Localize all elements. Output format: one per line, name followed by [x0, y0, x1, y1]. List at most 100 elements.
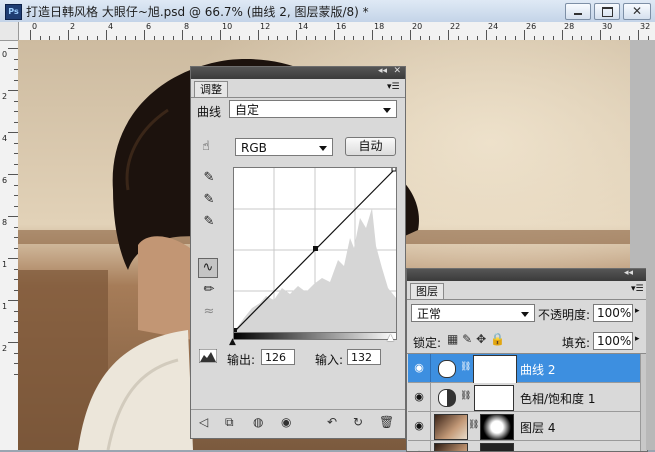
- layer-name: 色相/饱和度 1: [520, 392, 596, 406]
- layer-mask-thumbnail[interactable]: [473, 355, 517, 385]
- collapse-icon[interactable]: ◂◂: [624, 269, 633, 278]
- ruler-origin[interactable]: [0, 22, 19, 41]
- ruler-label: 30: [602, 22, 613, 31]
- ruler-label: 24: [488, 22, 499, 31]
- pencil-icon[interactable]: ✏: [200, 281, 218, 299]
- ruler-label: 6: [146, 22, 152, 31]
- eye-icon[interactable]: ◉: [281, 415, 291, 429]
- ruler-tick: [8, 90, 18, 91]
- collapse-icon[interactable]: ◂◂: [378, 66, 387, 76]
- preset-value: 自定: [235, 103, 260, 117]
- ruler-tick: [372, 30, 373, 40]
- histogram-icon[interactable]: [198, 348, 218, 364]
- ruler-tick: [106, 30, 107, 40]
- layer-row-hue-saturation-1[interactable]: ◉ ⛓ 色相/饱和度 1: [408, 383, 640, 412]
- ruler-label: 2: [70, 22, 76, 31]
- eye-icon[interactable]: ◉: [408, 354, 431, 382]
- maximize-button[interactable]: [594, 3, 620, 20]
- ruler-tick: [68, 30, 69, 40]
- layer-row-layer-4[interactable]: ◉ ⛓ 图层 4: [408, 412, 640, 441]
- layers-panel-header[interactable]: ◂◂: [407, 269, 647, 281]
- layer-thumbnail[interactable]: [434, 414, 468, 440]
- previous-state-icon[interactable]: ↶: [327, 415, 337, 429]
- layer-row-layer[interactable]: ◉ 图层: [408, 441, 640, 451]
- layer-thumbnail[interactable]: [434, 443, 468, 451]
- chevron-down-icon: [319, 146, 327, 151]
- clip-icon[interactable]: ◍: [253, 415, 263, 429]
- ruler-tick: [144, 30, 145, 40]
- curve-icon[interactable]: ∿: [198, 258, 218, 278]
- ruler-label: 32: [640, 22, 651, 31]
- eyedropper-icon[interactable]: ✎: [200, 191, 218, 209]
- curve-point[interactable]: [391, 166, 397, 172]
- ruler-label: 0: [32, 22, 38, 31]
- ruler-tick: [638, 30, 639, 40]
- ruler-label: 2: [2, 92, 8, 101]
- input-field[interactable]: 132: [347, 349, 381, 365]
- tab-layers[interactable]: 图层: [410, 283, 444, 299]
- eye-icon[interactable]: ◉: [408, 441, 431, 451]
- gradient-bar: [233, 332, 397, 340]
- eye-icon[interactable]: ◉: [408, 383, 431, 411]
- fill-arrow-icon[interactable]: ▸: [635, 334, 640, 344]
- close-button[interactable]: ✕: [623, 3, 651, 20]
- ruler-tick: [220, 30, 221, 40]
- curves-graph[interactable]: [232, 166, 397, 333]
- lock-icon[interactable]: 🔒: [490, 332, 505, 346]
- blend-mode-select[interactable]: 正常: [411, 304, 535, 322]
- layer-mask-thumbnail[interactable]: [480, 414, 514, 440]
- chain-icon[interactable]: ⛓: [460, 362, 471, 372]
- ruler-tick: [524, 30, 525, 40]
- ruler-tick: [448, 30, 449, 40]
- lock-pixels-icon[interactable]: ✎: [462, 332, 472, 346]
- preset-select[interactable]: 自定: [229, 100, 397, 118]
- opacity-field[interactable]: 100%: [593, 304, 633, 322]
- chain-icon[interactable]: ⛓: [468, 420, 479, 430]
- eyedropper-icon[interactable]: ✎: [200, 213, 218, 231]
- eye-icon[interactable]: ◉: [408, 412, 431, 440]
- auto-button[interactable]: 自动: [345, 137, 396, 156]
- lock-position-icon[interactable]: ✥: [476, 332, 486, 346]
- hue-saturation-icon: [438, 389, 456, 407]
- smooth-icon[interactable]: ≈: [200, 303, 218, 321]
- back-icon[interactable]: ◁: [199, 415, 208, 429]
- adjustments-panel-header[interactable]: ◂◂ ✕: [191, 66, 405, 79]
- output-field[interactable]: 126: [261, 349, 295, 365]
- fill-field[interactable]: 100%: [593, 332, 633, 350]
- ruler-label: 8: [2, 218, 8, 227]
- ruler-label: 6: [2, 176, 8, 185]
- panel-menu-icon[interactable]: ▾☰: [631, 284, 644, 294]
- expand-view-icon[interactable]: ⧉: [225, 415, 234, 430]
- minimize-button[interactable]: [565, 3, 591, 20]
- layer-mask-thumbnail[interactable]: [480, 443, 514, 451]
- ruler-label: 2: [2, 344, 8, 353]
- hand-icon[interactable]: ☝: [197, 138, 215, 156]
- layer-name: 曲线 2: [520, 363, 556, 377]
- ruler-tick: [30, 30, 31, 40]
- panel-menu-icon[interactable]: ▾☰: [387, 82, 400, 92]
- trash-icon[interactable]: 🗑: [379, 415, 394, 429]
- ruler-label: 20: [412, 22, 423, 31]
- tab-adjustments[interactable]: 调整: [194, 81, 228, 97]
- eyedropper-icon[interactable]: ✎: [200, 169, 218, 187]
- opacity-arrow-icon[interactable]: ▸: [635, 306, 640, 316]
- ruler-tick: [486, 30, 487, 40]
- curve-point[interactable]: [313, 246, 318, 251]
- chain-icon[interactable]: ⛓: [460, 391, 471, 401]
- layer-row-curves-2[interactable]: ◉ ⛓ 曲线 2: [408, 354, 640, 385]
- ruler-tick: [600, 30, 601, 40]
- input-label: 输入:: [315, 353, 344, 367]
- panel-dock-edge: [646, 268, 655, 450]
- ruler-label: 22: [450, 22, 461, 31]
- chevron-down-icon: [521, 312, 529, 317]
- ruler-tick: [8, 342, 18, 343]
- reset-icon[interactable]: ↻: [353, 415, 363, 429]
- close-icon[interactable]: ✕: [393, 66, 401, 76]
- ruler-tick: [8, 216, 18, 217]
- black-point-slider[interactable]: ▲: [229, 337, 236, 347]
- ruler-label: 28: [564, 22, 575, 31]
- white-point-slider[interactable]: ▲: [387, 333, 394, 343]
- channel-select[interactable]: RGB: [235, 138, 333, 156]
- lock-transparency-icon[interactable]: ▦: [447, 332, 458, 346]
- layer-mask-thumbnail[interactable]: [474, 385, 514, 411]
